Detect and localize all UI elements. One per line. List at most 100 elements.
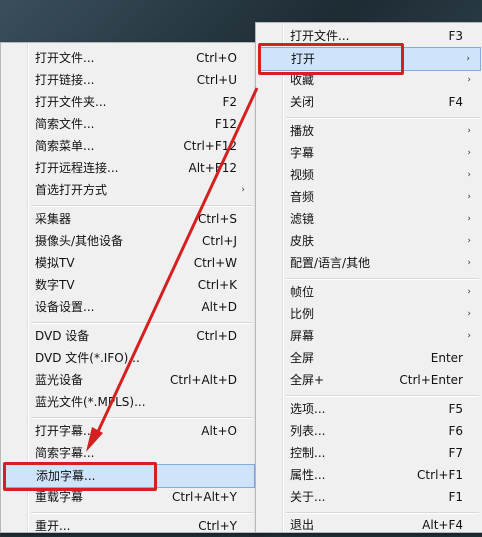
menu-item-subtitles[interactable]: 字幕 › — [258, 142, 481, 164]
menu-item-open-folder[interactable]: 打开文件夹... F2 — [3, 91, 255, 113]
submenu-arrow-icon: › — [467, 287, 471, 297]
menu-item-device-settings[interactable]: 设备设置... Alt+D — [3, 296, 255, 318]
menu-item-search-subtitle[interactable]: 简索字幕... — [3, 442, 255, 464]
menu-separator — [286, 117, 479, 119]
menu-item-frame[interactable]: 帧位 › — [258, 281, 481, 303]
menu-separator — [31, 512, 253, 514]
menu-separator — [286, 278, 479, 280]
menu-item-about[interactable]: 关于... F1 — [258, 486, 481, 508]
menu-item-label: 全屏 — [290, 351, 315, 365]
menu-item-fullscreen[interactable]: 全屏 Enter — [258, 347, 481, 369]
menu-item-search-file[interactable]: 简索文件... F12 — [3, 113, 255, 135]
menu-item-label: 打开文件夹... — [35, 95, 107, 109]
menu-item-screen[interactable]: 屏幕 › — [258, 325, 481, 347]
menu-item-audio[interactable]: 音频 › — [258, 186, 481, 208]
menu-item-label: 摄像头/其他设备 — [35, 234, 124, 248]
menu-item-shortcut: Ctrl+F12 — [183, 139, 237, 153]
menu-item-open-remote[interactable]: 打开远程连接... Alt+F12 — [3, 157, 255, 179]
menu-item-camera[interactable]: 摄像头/其他设备 Ctrl+J — [3, 230, 255, 252]
menu-item-exit[interactable]: 退出 Alt+F4 — [258, 514, 481, 536]
menu-item-label: DVD 文件(*.IFO)... — [35, 351, 140, 365]
menu-item-shortcut: F1 — [448, 490, 463, 504]
menu-item-shortcut: Ctrl+F1 — [417, 468, 463, 482]
menu-item-shortcut: Enter — [430, 351, 463, 365]
submenu-arrow-icon: › — [467, 258, 471, 268]
menu-item-label: 蓝光文件(*.MPLS)... — [35, 395, 146, 409]
menu-item-properties[interactable]: 属性... Ctrl+F1 — [258, 464, 481, 486]
menu-item-shortcut: Ctrl+J — [202, 234, 237, 248]
menu-item-control[interactable]: 控制... F7 — [258, 442, 481, 464]
menu-item-label: 打开链接... — [35, 73, 95, 87]
menu-item-playlist[interactable]: 列表... F6 — [258, 420, 481, 442]
menu-item-label: 采集器 — [35, 212, 72, 226]
menu-item-shortcut: F12 — [214, 117, 237, 131]
menu-item-open-link[interactable]: 打开链接... Ctrl+U — [3, 69, 255, 91]
menu-item-shortcut: Ctrl+D — [196, 329, 237, 343]
menu-item-label: 数字TV — [35, 278, 75, 292]
menu-item-shortcut: Ctrl+O — [196, 51, 237, 65]
menu-item-shortcut: Ctrl+W — [193, 256, 237, 270]
menu-item-config-language[interactable]: 配置/语言/其他 › — [258, 252, 481, 274]
menu-separator — [31, 205, 253, 207]
menu-item-shortcut: F7 — [448, 446, 463, 460]
menu-item-label: 关于... — [290, 490, 326, 504]
menu-item-label: 关闭 — [290, 95, 315, 109]
menu-item-bluray-file[interactable]: 蓝光文件(*.MPLS)... — [3, 391, 255, 413]
menu-separator — [286, 395, 479, 397]
menu-item-shortcut: Alt+O — [201, 424, 237, 438]
menu-item-shortcut: F6 — [448, 424, 463, 438]
menu-item-shortcut: F3 — [448, 29, 463, 43]
menu-item-open-file[interactable]: 打开文件... Ctrl+O — [3, 47, 255, 69]
menu-item-digital-tv[interactable]: 数字TV Ctrl+K — [3, 274, 255, 296]
context-menu: 打开文件... F3 打开 › 收藏 › 关闭 F4 播放 › 字幕 › 视频 … — [255, 22, 482, 533]
menu-item-close[interactable]: 关闭 F4 — [258, 91, 481, 113]
menu-item-label: 帧位 — [290, 285, 315, 299]
menu-item-label: 播放 — [290, 124, 315, 138]
submenu-arrow-icon: › — [241, 185, 245, 195]
annotation-box-open — [258, 43, 404, 75]
submenu-arrow-icon: › — [467, 331, 471, 341]
menu-item-label: 退出 — [290, 518, 315, 532]
submenu-arrow-icon: › — [466, 54, 470, 64]
submenu-arrow-icon: › — [467, 214, 471, 224]
menu-item-video[interactable]: 视频 › — [258, 164, 481, 186]
menu-item-play[interactable]: 播放 › — [258, 120, 481, 142]
submenu-arrow-icon: › — [467, 75, 471, 85]
menu-item-reopen[interactable]: 重开... Ctrl+Y — [3, 515, 255, 537]
open-submenu: 打开文件... Ctrl+O 打开链接... Ctrl+U 打开文件夹... F… — [0, 42, 258, 533]
submenu-arrow-icon: › — [467, 126, 471, 136]
menu-item-dvd-file[interactable]: DVD 文件(*.IFO)... — [3, 347, 255, 369]
menu-item-label: 字幕 — [290, 146, 315, 160]
menu-item-open-subtitle[interactable]: 打开字幕... Alt+O — [3, 420, 255, 442]
menu-item-capture[interactable]: 采集器 Ctrl+S — [3, 208, 255, 230]
menu-item-shortcut: Ctrl+Y — [198, 519, 237, 533]
menu-separator — [31, 417, 253, 419]
menu-item-label: 蓝光设备 — [35, 373, 84, 387]
menu-item-label: 选项... — [290, 402, 326, 416]
menu-item-aspect-ratio[interactable]: 比例 › — [258, 303, 481, 325]
menu-item-bluray-device[interactable]: 蓝光设备 Ctrl+Alt+D — [3, 369, 255, 391]
menu-item-dvd-device[interactable]: DVD 设备 Ctrl+D — [3, 325, 255, 347]
menu-item-fullscreen-plus[interactable]: 全屏+ Ctrl+Enter — [258, 369, 481, 391]
menu-item-shortcut: Alt+D — [201, 300, 237, 314]
menu-item-search-menu[interactable]: 简索菜单... Ctrl+F12 — [3, 135, 255, 157]
menu-item-label: 打开字幕... — [35, 424, 95, 438]
submenu-arrow-icon: › — [467, 148, 471, 158]
menu-item-analog-tv[interactable]: 模拟TV Ctrl+W — [3, 252, 255, 274]
menu-item-label: 比例 — [290, 307, 315, 321]
menu-item-shortcut: Alt+F12 — [188, 161, 237, 175]
menu-item-options[interactable]: 选项... F5 — [258, 398, 481, 420]
menu-item-filters[interactable]: 滤镜 › — [258, 208, 481, 230]
menu-item-label: DVD 设备 — [35, 329, 90, 343]
menu-item-skins[interactable]: 皮肤 › — [258, 230, 481, 252]
menu-item-label: 列表... — [290, 424, 326, 438]
menu-item-shortcut: Alt+F4 — [422, 518, 463, 532]
menu-item-label: 控制... — [290, 446, 326, 460]
menu-item-preferred-open[interactable]: 首选打开方式 › — [3, 179, 255, 201]
menu-item-label: 属性... — [290, 468, 326, 482]
menu-separator — [31, 322, 253, 324]
menu-item-label: 模拟TV — [35, 256, 75, 270]
menu-item-label: 简索菜单... — [35, 139, 95, 153]
menu-item-shortcut: F2 — [222, 95, 237, 109]
menu-item-shortcut: Ctrl+Alt+Y — [171, 490, 237, 504]
